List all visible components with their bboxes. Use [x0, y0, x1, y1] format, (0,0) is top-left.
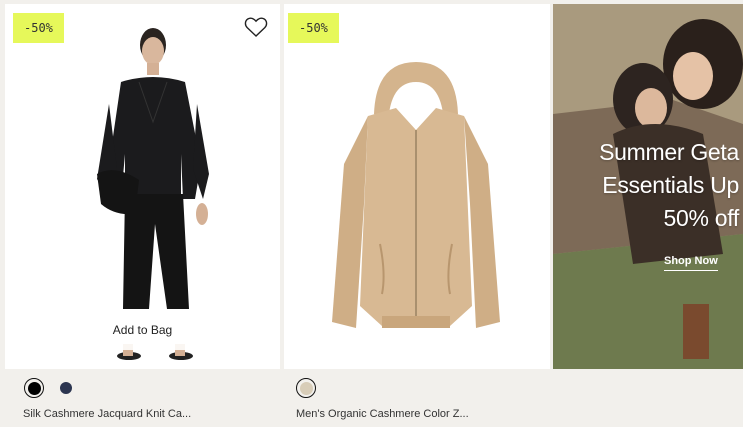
color-swatches — [296, 378, 316, 398]
product-card-1[interactable]: -50% Add to Bag Silk Cashmere Jacquard K… — [0, 0, 280, 427]
swatch-oatmeal[interactable] — [296, 378, 316, 398]
promo-banner[interactable]: Summer Geta Essentials Up 50% off Shop N… — [553, 4, 743, 369]
add-to-bag-button[interactable]: Add to Bag — [5, 310, 280, 350]
product-card-2[interactable]: -50% Men's Organic Cashmere Color Z... — [284, 0, 550, 427]
wishlist-heart-icon[interactable] — [244, 16, 268, 38]
swatch-black[interactable] — [24, 378, 44, 398]
swatch-dot — [60, 382, 72, 394]
discount-badge: -50% — [288, 13, 339, 43]
swatch-dot — [299, 381, 313, 395]
product-name[interactable]: Men's Organic Cashmere Color Z... — [296, 408, 469, 420]
shop-now-link[interactable]: Shop Now — [664, 255, 718, 271]
color-swatches — [24, 378, 76, 398]
tan-knit-hoodie-illustration — [284, 4, 550, 369]
promo-line-3: 50% off — [663, 205, 740, 231]
product-image-tan-hoodie[interactable] — [284, 4, 550, 369]
swatch-navy[interactable] — [56, 378, 76, 398]
promo-line-1: Summer Geta — [599, 139, 739, 165]
product-name[interactable]: Silk Cashmere Jacquard Knit Ca... — [23, 408, 191, 420]
discount-badge: -50% — [13, 13, 64, 43]
promo-headline: Summer Geta Essentials Up 50% off — [599, 136, 739, 235]
swatch-dot — [27, 381, 41, 395]
promo-line-2: Essentials Up — [602, 172, 739, 198]
